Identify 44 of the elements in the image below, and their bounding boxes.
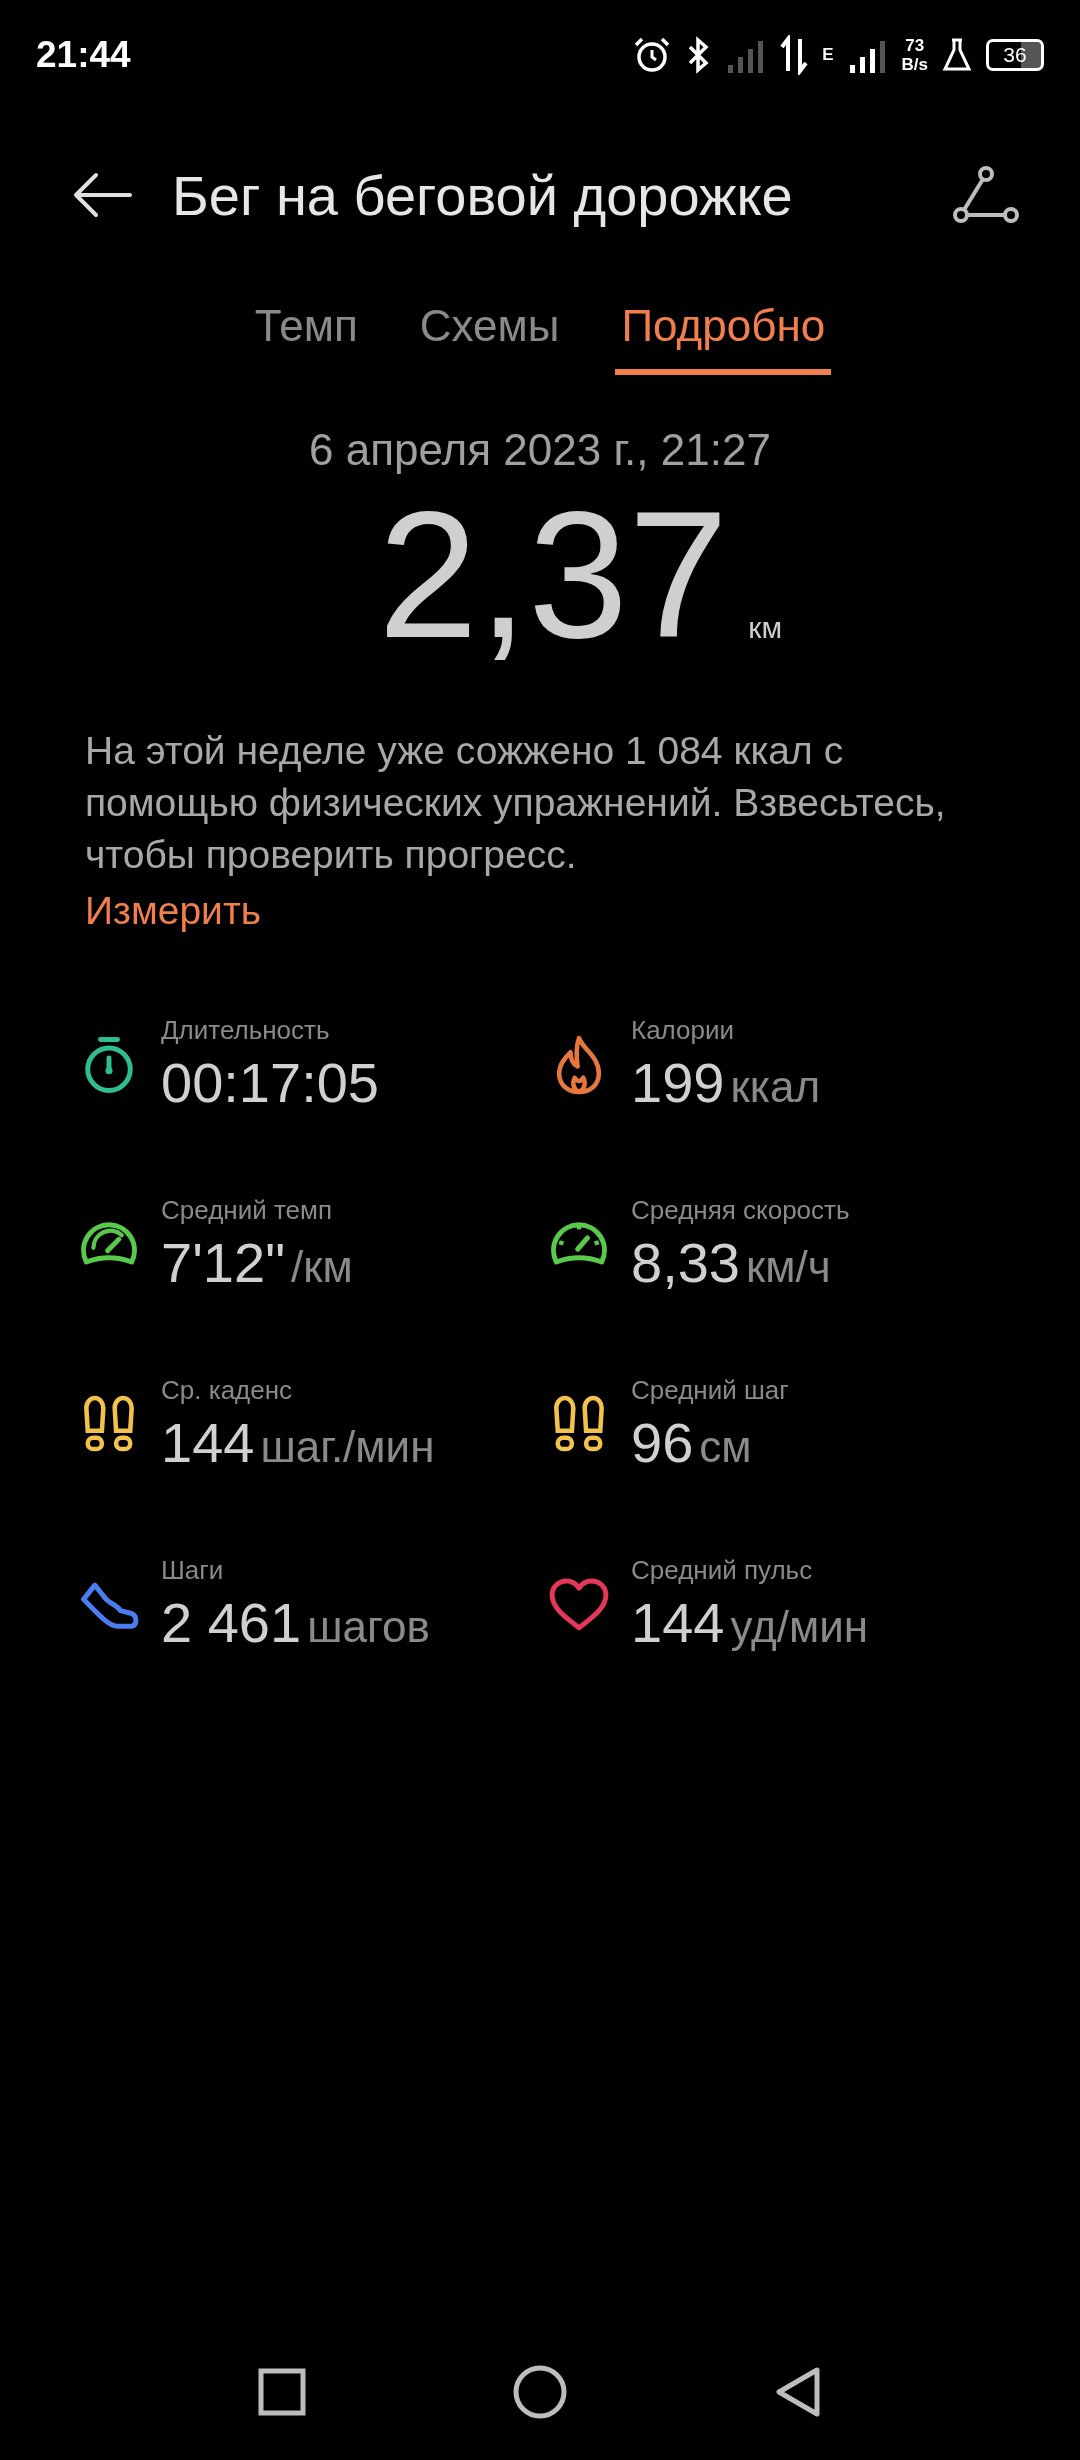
- metric-value: 00:17:05: [161, 1050, 379, 1115]
- metric-label: Ср. каденс: [161, 1375, 294, 1406]
- weekly-calories-message: На этой неделе уже сожжено 1 084 ккал с помощью физических упражнений. Взвесьтесь, чтобы проверить прогресс.: [85, 728, 947, 878]
- tab[interactable]: Темп: [248, 300, 364, 375]
- recent-apps-icon[interactable]: [257, 2367, 307, 2417]
- metric-label: Длительность: [161, 1015, 331, 1046]
- metric-unit: шаг./мин: [260, 1422, 435, 1472]
- metric-label: Средний темп: [161, 1195, 333, 1226]
- clock: 21:44: [36, 34, 131, 76]
- workout-date: 6 апреля 2023 г., 21:27: [308, 425, 772, 475]
- metric-value: 2 461: [161, 1590, 302, 1655]
- back-icon[interactable]: [773, 2366, 823, 2418]
- metric-value: 8,33: [631, 1230, 740, 1295]
- route-icon[interactable]: [952, 165, 1020, 225]
- metric-label: Шаги: [161, 1555, 225, 1586]
- data-arrows-icon: [780, 35, 809, 75]
- speed-unit: B/s: [901, 55, 928, 74]
- battery-indicator: 36: [986, 39, 1044, 71]
- metric-value: 199: [631, 1050, 725, 1115]
- home-icon[interactable]: [512, 2364, 568, 2420]
- metric-value: 144: [161, 1410, 255, 1475]
- metric-unit: шагов: [307, 1602, 430, 1652]
- speed-value: 73: [905, 36, 925, 55]
- metric-label: Калории: [631, 1015, 736, 1046]
- metric-unit: см: [699, 1422, 752, 1472]
- page-title: Бег на беговой дорожке: [172, 162, 794, 228]
- metric-unit: /км: [291, 1242, 353, 1292]
- metric-unit: уд/мин: [730, 1602, 868, 1652]
- network-type: E: [822, 45, 834, 65]
- back-arrow-icon[interactable]: [72, 171, 132, 219]
- metric-value: 96: [631, 1410, 694, 1475]
- measure-link[interactable]: Измерить: [85, 885, 262, 937]
- metric-unit: ккал: [730, 1062, 821, 1112]
- metric-label: Средний пульс: [631, 1555, 814, 1586]
- tab[interactable]: Схемы: [413, 300, 566, 375]
- tab[interactable]: Подробно: [615, 300, 832, 375]
- metric-label: Средний шаг: [631, 1375, 789, 1406]
- distance-unit: км: [748, 611, 783, 645]
- metric-label: Средняя скорость: [631, 1195, 850, 1226]
- metric-value: 144: [631, 1590, 725, 1655]
- metric-value: 7'12": [161, 1230, 285, 1295]
- metric-unit: км/ч: [746, 1242, 831, 1292]
- flask-icon: [942, 37, 972, 73]
- distance-value: 2,37: [377, 485, 729, 665]
